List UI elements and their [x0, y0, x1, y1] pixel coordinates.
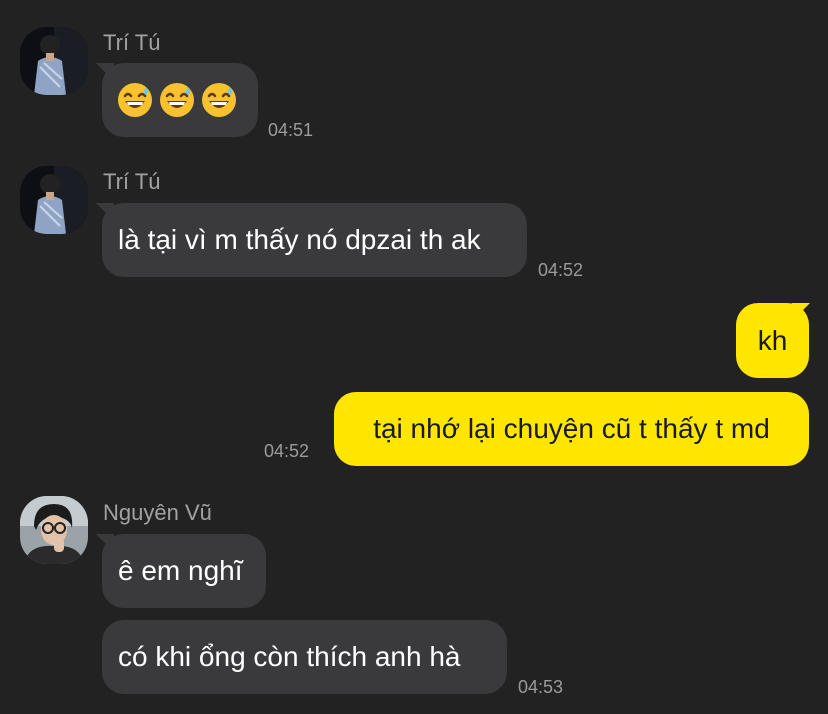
avatar-tri-tu[interactable] — [20, 166, 88, 234]
message-bubble-outgoing[interactable]: kh — [736, 303, 809, 378]
message-bubble[interactable]: ê em nghĩ — [102, 534, 266, 608]
message-time: 04:52 — [538, 260, 584, 280]
sender-name: Trí Tú — [103, 169, 161, 194]
avatar-nguyen-vu[interactable] — [20, 496, 88, 564]
message-bubble-emojis[interactable] — [102, 63, 258, 137]
message-bubble[interactable]: có khi ổng còn thích anh hà — [102, 620, 507, 694]
avatar-tri-tu[interactable] — [20, 27, 88, 95]
message-bubble[interactable]: là tại vì m thấy nó dpzai th ak — [102, 203, 527, 277]
sender-name: Trí Tú — [103, 30, 161, 55]
grinning-sweat-emoji — [158, 81, 196, 119]
grinning-sweat-emoji — [116, 81, 154, 119]
grinning-sweat-emoji — [200, 81, 238, 119]
message-time: 04:53 — [518, 677, 564, 697]
message-time: 04:52 — [264, 441, 310, 461]
message-time: 04:51 — [268, 120, 314, 140]
message-bubble-outgoing[interactable]: tại nhớ lại chuyện cũ t thấy t md — [334, 392, 809, 466]
sender-name: Nguyên Vũ — [103, 500, 212, 525]
chat-thread: Trí Tú 04:51 Trí Tú là tại vì m thấy nó … — [0, 0, 828, 714]
